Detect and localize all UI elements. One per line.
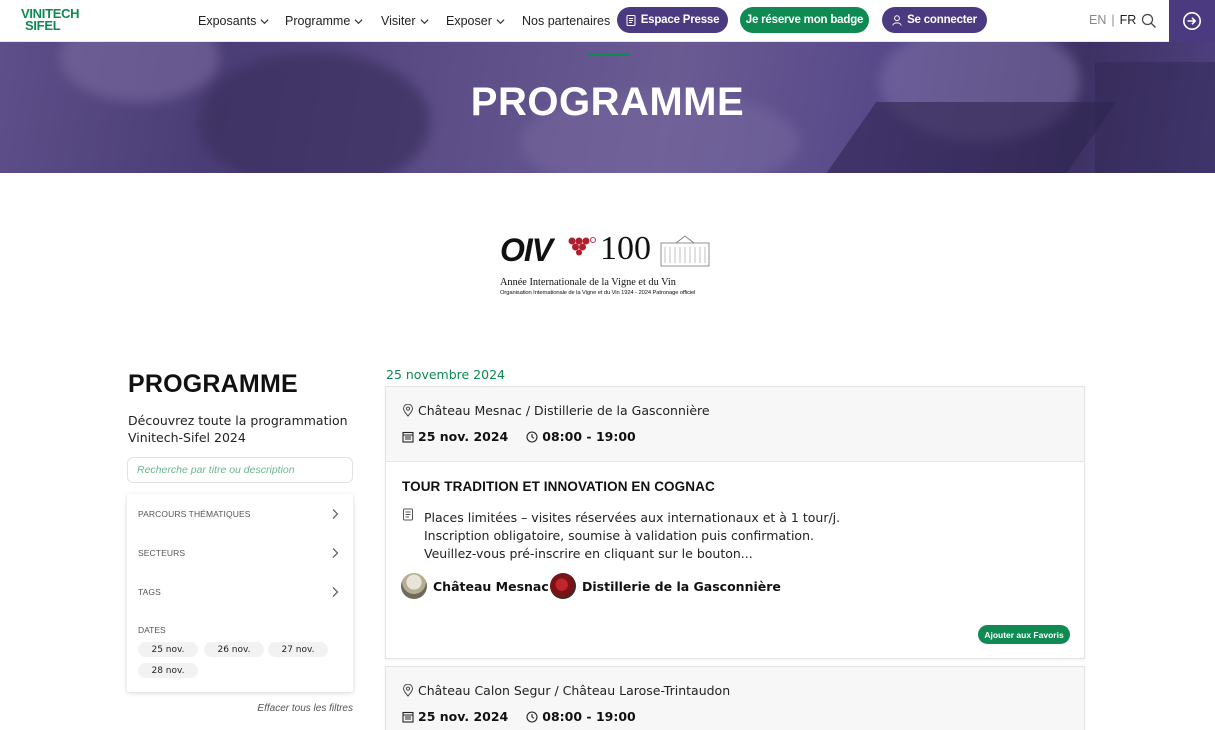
dates-label: DATES <box>138 625 166 635</box>
avatar <box>401 573 427 599</box>
nav-item-partenaires[interactable]: Nos partenaires <box>522 0 610 42</box>
exhibitor-name: Distillerie de la Gasconnière <box>582 578 781 594</box>
event-card[interactable]: Château Calon Segur / Château Larose-Tri… <box>385 666 1085 730</box>
add-to-favorites-button[interactable]: Ajouter aux Favoris <box>978 625 1070 644</box>
clear-filters-link[interactable]: Effacer tous les filtres <box>200 703 353 714</box>
event-card[interactable]: Château Mesnac / Distillerie de la Gasco… <box>385 386 1085 659</box>
chevron-right-icon <box>332 587 339 597</box>
event-card-meta: Château Mesnac / Distillerie de la Gasco… <box>386 387 1084 462</box>
lang-separator: | <box>1111 13 1115 27</box>
event-datetime: 25 nov. 2024 08:00 - 19:00 <box>402 429 636 444</box>
lang-fr[interactable]: FR <box>1120 13 1137 27</box>
user-icon <box>892 14 902 26</box>
event-date: 25 nov. 2024 <box>418 709 509 724</box>
sidebar-title: PROGRAMME <box>128 370 298 398</box>
search-icon[interactable] <box>1141 13 1157 29</box>
event-date: 25 nov. 2024 <box>418 429 509 444</box>
map-pin-icon <box>402 404 414 417</box>
date-chip-26[interactable]: 26 nov. <box>204 642 264 657</box>
event-location: Château Calon Segur / Château Larose-Tri… <box>402 683 730 698</box>
clock-icon <box>526 430 538 443</box>
login-arrow-icon <box>1183 12 1201 30</box>
lang-en[interactable]: EN <box>1089 13 1106 27</box>
oiv-number: 100 <box>600 230 651 267</box>
reserve-badge-button[interactable]: Je réserve mon badge <box>740 7 869 33</box>
filter-label: PARCOURS THÉMATIQUES <box>138 509 251 519</box>
description-icon <box>403 508 413 521</box>
filter-parcours-thematiques[interactable]: PARCOURS THÉMATIQUES <box>127 502 353 526</box>
event-title[interactable]: TOUR TRADITION ET INNOVATION EN COGNAC <box>402 479 715 494</box>
chevron-down-icon <box>354 18 363 24</box>
site-header: VINITECH SIFEL Exposants Programme Visit… <box>0 0 1215 42</box>
nav-label: Programme <box>285 14 351 28</box>
filter-secteurs[interactable]: SECTEURS <box>127 541 353 565</box>
nav-item-exposants[interactable]: Exposants <box>198 0 269 42</box>
date-chip-25[interactable]: 25 nov. <box>138 642 198 657</box>
event-datetime: 25 nov. 2024 08:00 - 19:00 <box>402 709 636 724</box>
date-chip-28[interactable]: 28 nov. <box>138 663 198 678</box>
document-icon <box>626 14 636 26</box>
exhibitor-chateau-mesnac[interactable]: Château Mesnac <box>401 573 549 599</box>
filter-label: TAGS <box>138 587 161 597</box>
description-line: Inscription obligatoire, soumise à valid… <box>424 528 814 543</box>
logo-line-2: SIFEL <box>25 18 61 33</box>
exhibitor-name: Château Mesnac <box>433 578 549 594</box>
map-pin-icon <box>402 684 414 697</box>
nav-label: Exposer <box>446 14 492 28</box>
chevron-right-icon <box>332 548 339 558</box>
hero-banner: PROGRAMME <box>0 42 1215 173</box>
exhibitor-distillerie-gasconniere[interactable]: Distillerie de la Gasconnière <box>550 573 781 599</box>
login-button-label: Se connecter <box>907 14 977 26</box>
date-group-heading: 25 novembre 2024 <box>386 367 505 382</box>
nav-item-visiter[interactable]: Visiter <box>381 0 429 42</box>
clock-icon <box>526 710 538 723</box>
event-time: 08:00 - 19:00 <box>542 429 636 444</box>
filter-tags[interactable]: TAGS <box>127 580 353 604</box>
filters-panel: PARCOURS THÉMATIQUES SECTEURS TAGS DATES… <box>127 494 353 692</box>
avatar <box>550 573 576 599</box>
date-chip-27[interactable]: 27 nov. <box>268 642 328 657</box>
language-switcher: EN | FR <box>1089 13 1136 27</box>
hero-accent-bar <box>588 53 630 56</box>
nav-item-programme[interactable]: Programme <box>285 0 363 42</box>
vinitech-sifel-logo[interactable]: VINITECH SIFEL <box>21 7 85 34</box>
event-time: 08:00 - 19:00 <box>542 709 636 724</box>
event-description: Places limitées – visites réservées aux … <box>424 509 1064 563</box>
description-line: Places limitées – visites réservées aux … <box>424 510 841 525</box>
event-location-text: Château Mesnac / Distillerie de la Gasco… <box>418 403 710 418</box>
chevron-down-icon <box>420 18 429 24</box>
side-login-button[interactable] <box>1169 0 1215 42</box>
chevron-down-icon <box>260 18 269 24</box>
calendar-icon <box>402 711 414 723</box>
event-card-meta: Château Calon Segur / Château Larose-Tri… <box>386 667 1084 730</box>
chevron-right-icon <box>332 509 339 519</box>
nav-label: Nos partenaires <box>522 14 611 28</box>
filter-label: SECTEURS <box>138 548 186 558</box>
grapes-icon <box>568 237 596 256</box>
sidebar-description: Découvrez toute la programmation Vinitec… <box>128 413 348 445</box>
oiv-subtagline: Organisation Internationale de la Vigne … <box>500 290 696 296</box>
oiv-brand: OIV <box>500 232 553 268</box>
login-button[interactable]: Se connecter <box>882 7 987 33</box>
search-input[interactable] <box>127 457 353 483</box>
hero-title: PROGRAMME <box>470 80 745 124</box>
oiv-100-logo: OIV 100 Année Internationale de la Vigne… <box>500 232 712 302</box>
calendar-icon <box>402 431 414 443</box>
press-button-label: Espace Presse <box>640 14 720 26</box>
chevron-down-icon <box>496 18 505 24</box>
event-location: Château Mesnac / Distillerie de la Gasco… <box>402 403 710 418</box>
badge-button-label: Je réserve mon badge <box>745 14 864 26</box>
building-icon <box>660 235 710 267</box>
oiv-tagline: Année Internationale de la Vigne et du V… <box>500 277 676 288</box>
event-location-text: Château Calon Segur / Château Larose-Tri… <box>418 683 731 698</box>
nav-label: Visiter <box>381 14 416 28</box>
description-line: Veuillez-vous pré-inscrire en cliquant s… <box>424 546 753 561</box>
nav-item-exposer[interactable]: Exposer <box>446 0 505 42</box>
press-space-button[interactable]: Espace Presse <box>617 7 728 33</box>
nav-label: Exposants <box>198 14 257 28</box>
